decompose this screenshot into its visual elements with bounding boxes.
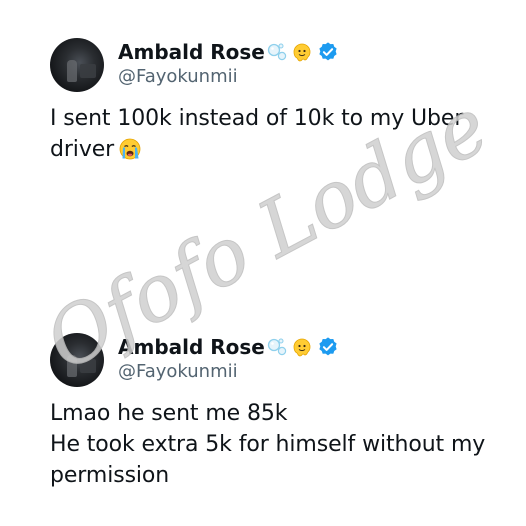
loudly-crying-face-icon: [119, 138, 141, 160]
tweet-text-line: permission: [50, 463, 170, 488]
avatar[interactable]: [50, 38, 104, 92]
author-handle[interactable]: @Fayokunmii: [118, 66, 238, 88]
tweet-text-line: Lmao he sent me 85k: [50, 401, 288, 426]
author-name[interactable]: Ambald Rose: [118, 335, 265, 359]
melting-face-icon: [293, 338, 311, 357]
tweet-text-line-with-emoji: driver: [50, 134, 496, 165]
verified-badge-icon[interactable]: [317, 336, 339, 358]
author-row: Ambald Rose: [118, 335, 339, 359]
author-handle[interactable]: @Fayokunmii: [118, 361, 238, 383]
tweet-text: Lmao he sent me 85k He took extra 5k for…: [50, 398, 496, 491]
verified-badge-icon[interactable]: [317, 41, 339, 63]
avatar[interactable]: [50, 333, 104, 387]
bubbles-icon: [267, 43, 287, 61]
melting-face-icon: [293, 43, 311, 62]
bubbles-icon: [267, 338, 287, 356]
tweet-text: I sent 100k instead of 10k to my Uber dr…: [50, 103, 496, 165]
tweet-text-line: He took extra 5k for himself without my: [50, 432, 486, 457]
tweet-text-line: I sent 100k instead of 10k to my Uber: [50, 106, 464, 131]
tweet[interactable]: Ambald Rose @Fayokunmii Lmao he sent me …: [0, 300, 526, 526]
author-name[interactable]: Ambald Rose: [118, 40, 265, 64]
author-row: Ambald Rose: [118, 40, 339, 64]
tweet-text-line: driver: [50, 137, 115, 162]
tweet[interactable]: Ambald Rose @Fayokunmii I sent 100k inst…: [0, 0, 526, 300]
